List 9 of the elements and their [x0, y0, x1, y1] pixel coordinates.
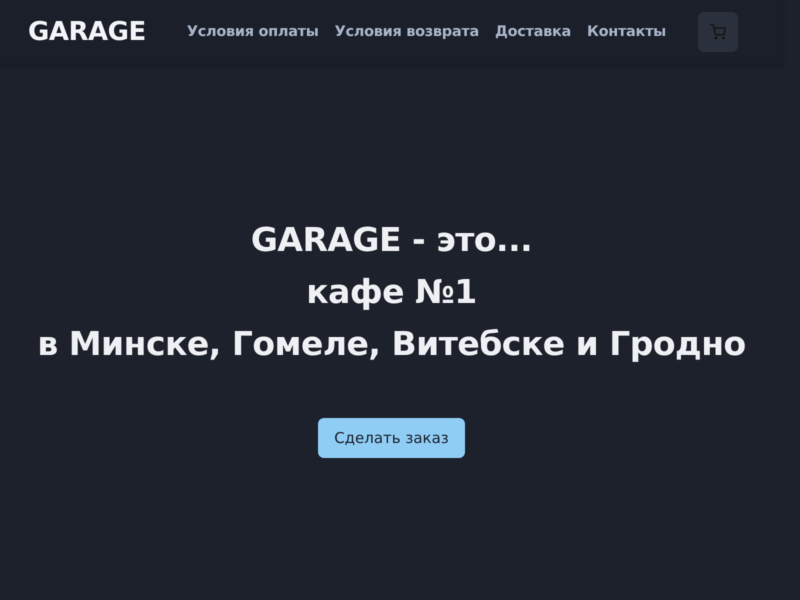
- cart-button[interactable]: [698, 12, 738, 52]
- nav-link[interactable]: Условия возврата: [334, 24, 479, 40]
- nav-link[interactable]: Доставка: [494, 24, 572, 40]
- nav-link[interactable]: Условия оплаты: [186, 24, 319, 40]
- cart-icon: [710, 24, 726, 40]
- nav-link[interactable]: Контакты: [587, 24, 666, 40]
- logo: GARAGE: [28, 17, 146, 47]
- order-button[interactable]: Сделать заказ: [318, 418, 465, 458]
- hero-heading: GARAGE - это... кафе №1 в Минске, Гомеле, Витебске и Гродно: [37, 219, 746, 365]
